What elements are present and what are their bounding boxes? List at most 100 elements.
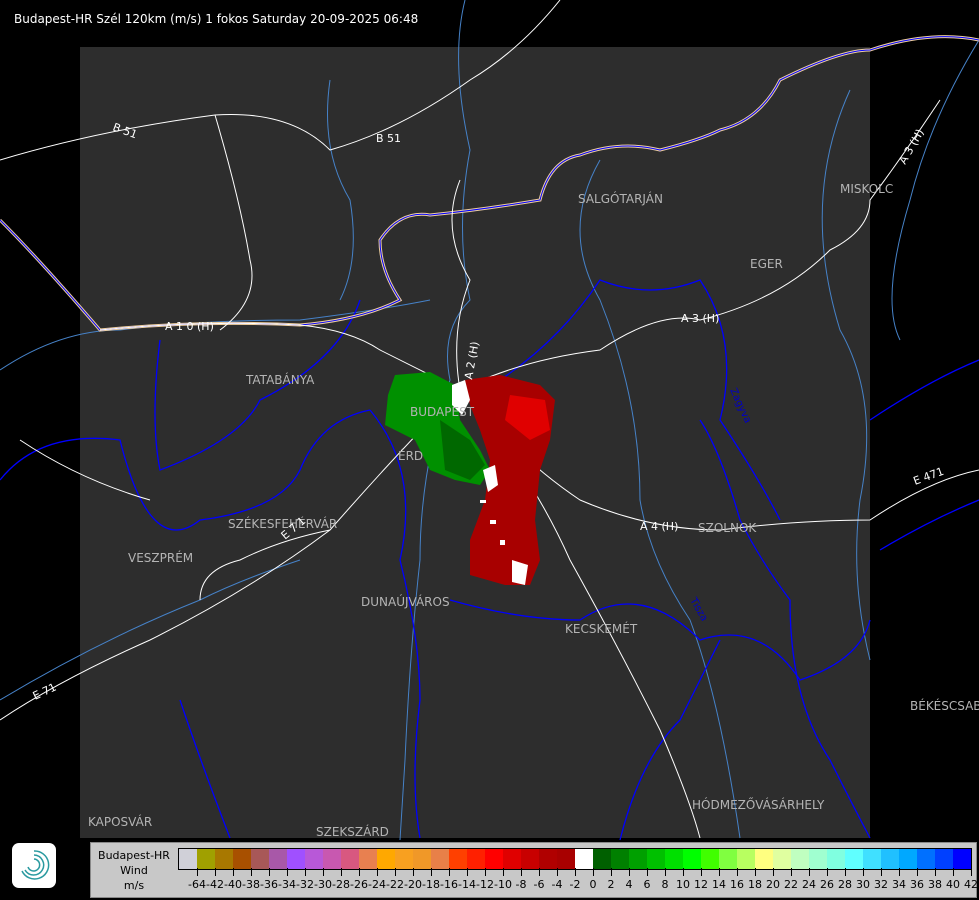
logo	[12, 843, 56, 888]
legend-tick	[287, 868, 288, 876]
legend-tick-label: 36	[910, 878, 924, 891]
legend-tick	[701, 868, 702, 876]
legend-tick-label: -26	[350, 878, 368, 891]
legend-tick-label: 4	[625, 878, 633, 891]
legend-tick-label: -4	[551, 878, 563, 891]
color-legend: Budapest-HR Wind m/s -64 -42 -40 -38 -36 -34-…	[90, 842, 978, 898]
legend-tick-label: 18	[748, 878, 762, 891]
road-label: A 1 0 (H)	[165, 320, 214, 333]
city-label: VESZPRÉM	[128, 550, 193, 565]
legend-color-scale	[178, 848, 972, 870]
legend-color-box	[359, 849, 377, 869]
legend-tick-label: 0	[589, 878, 597, 891]
legend-color-box	[791, 849, 809, 869]
legend-color-box	[503, 849, 521, 869]
legend-tick-label: -6	[533, 878, 545, 891]
legend-color-box	[269, 849, 287, 869]
legend-color-box	[557, 849, 575, 869]
road-label: E 471	[912, 465, 946, 488]
legend-tick	[593, 868, 594, 876]
legend-tick-label: -22	[386, 878, 404, 891]
swirl-logo-icon	[21, 850, 50, 880]
legend-tick-label: -12	[476, 878, 494, 891]
legend-tick	[485, 868, 486, 876]
legend-color-box	[467, 849, 485, 869]
legend-tick-label: 42	[964, 878, 978, 891]
legend-tick	[341, 868, 342, 876]
legend-tick	[629, 868, 630, 876]
legend-color-box	[395, 849, 413, 869]
road-label: E 71	[31, 681, 59, 703]
legend-tick	[773, 868, 774, 876]
legend-tick	[449, 868, 450, 876]
legend-tick	[197, 868, 198, 876]
legend-color-box	[305, 849, 323, 869]
legend-tick	[737, 868, 738, 876]
legend-tick	[431, 868, 432, 876]
legend-tick	[665, 868, 666, 876]
legend-tick	[953, 868, 954, 876]
legend-tick-label: 34	[892, 878, 906, 891]
legend-tick-label: -18	[422, 878, 440, 891]
legend-tick-label: -30	[314, 878, 332, 891]
legend-tick	[719, 868, 720, 876]
legend-tick	[305, 868, 306, 876]
legend-tick	[755, 868, 756, 876]
city-label: DUNAÚJVÁROS	[361, 594, 450, 609]
legend-color-box	[953, 849, 971, 869]
legend-color-box	[701, 849, 719, 869]
legend-color-box	[665, 849, 683, 869]
city-label: SALGÓTARJÁN	[578, 191, 663, 206]
legend-tick-label: 16	[730, 878, 744, 891]
legend-tick	[971, 868, 972, 876]
city-label: KECSKEMÉT	[565, 621, 638, 636]
radar-map[interactable]: TATABÁNYA BUDAPEST ÉRD SZÉKESFEHÉRVÁR VE…	[0, 0, 979, 900]
legend-color-box	[197, 849, 215, 869]
legend-tick-label: 26	[820, 878, 834, 891]
legend-tick-label: 32	[874, 878, 888, 891]
legend-tick	[323, 868, 324, 876]
legend-color-box	[629, 849, 647, 869]
legend-tick	[917, 868, 918, 876]
legend-tick	[233, 868, 234, 876]
legend-tick-label: 28	[838, 878, 852, 891]
city-label: TATABÁNYA	[245, 372, 315, 387]
road-label: A 3 (H)	[681, 312, 719, 325]
city-label: EGER	[750, 257, 783, 271]
legend-tick	[575, 868, 576, 876]
legend-color-box	[341, 849, 359, 869]
legend-color-box	[323, 849, 341, 869]
legend-tick	[521, 868, 522, 876]
legend-color-box	[917, 849, 935, 869]
legend-tick	[827, 868, 828, 876]
legend-tick	[503, 868, 504, 876]
legend-tick	[539, 868, 540, 876]
legend-tick-label: -20	[404, 878, 422, 891]
legend-tick	[845, 868, 846, 876]
legend-tick-label: 24	[802, 878, 816, 891]
legend-tick	[377, 868, 378, 876]
legend-color-box	[251, 849, 269, 869]
legend-unit: m/s	[123, 879, 145, 892]
city-label: BÉKÉSCSABA	[910, 698, 979, 713]
legend-tick	[863, 868, 864, 876]
legend-color-box	[521, 849, 539, 869]
legend-color-box	[449, 849, 467, 869]
legend-color-box	[539, 849, 557, 869]
road-label: A 4 (H)	[640, 520, 678, 533]
legend-tick-label: -28	[332, 878, 350, 891]
legend-tick-label: -64	[188, 878, 206, 891]
legend-color-box	[899, 849, 917, 869]
legend-color-box	[773, 849, 791, 869]
legend-tick	[683, 868, 684, 876]
city-label: SZEKSZÁRD	[316, 824, 389, 839]
city-label: SZOLNOK	[698, 521, 757, 535]
legend-tick	[647, 868, 648, 876]
legend-tick	[467, 868, 468, 876]
legend-tick-label: 12	[694, 878, 708, 891]
legend-tick	[359, 868, 360, 876]
legend-tick-label: -42	[206, 878, 224, 891]
legend-color-box	[881, 849, 899, 869]
legend-tick-label: -10	[494, 878, 512, 891]
legend-color-box	[719, 849, 737, 869]
